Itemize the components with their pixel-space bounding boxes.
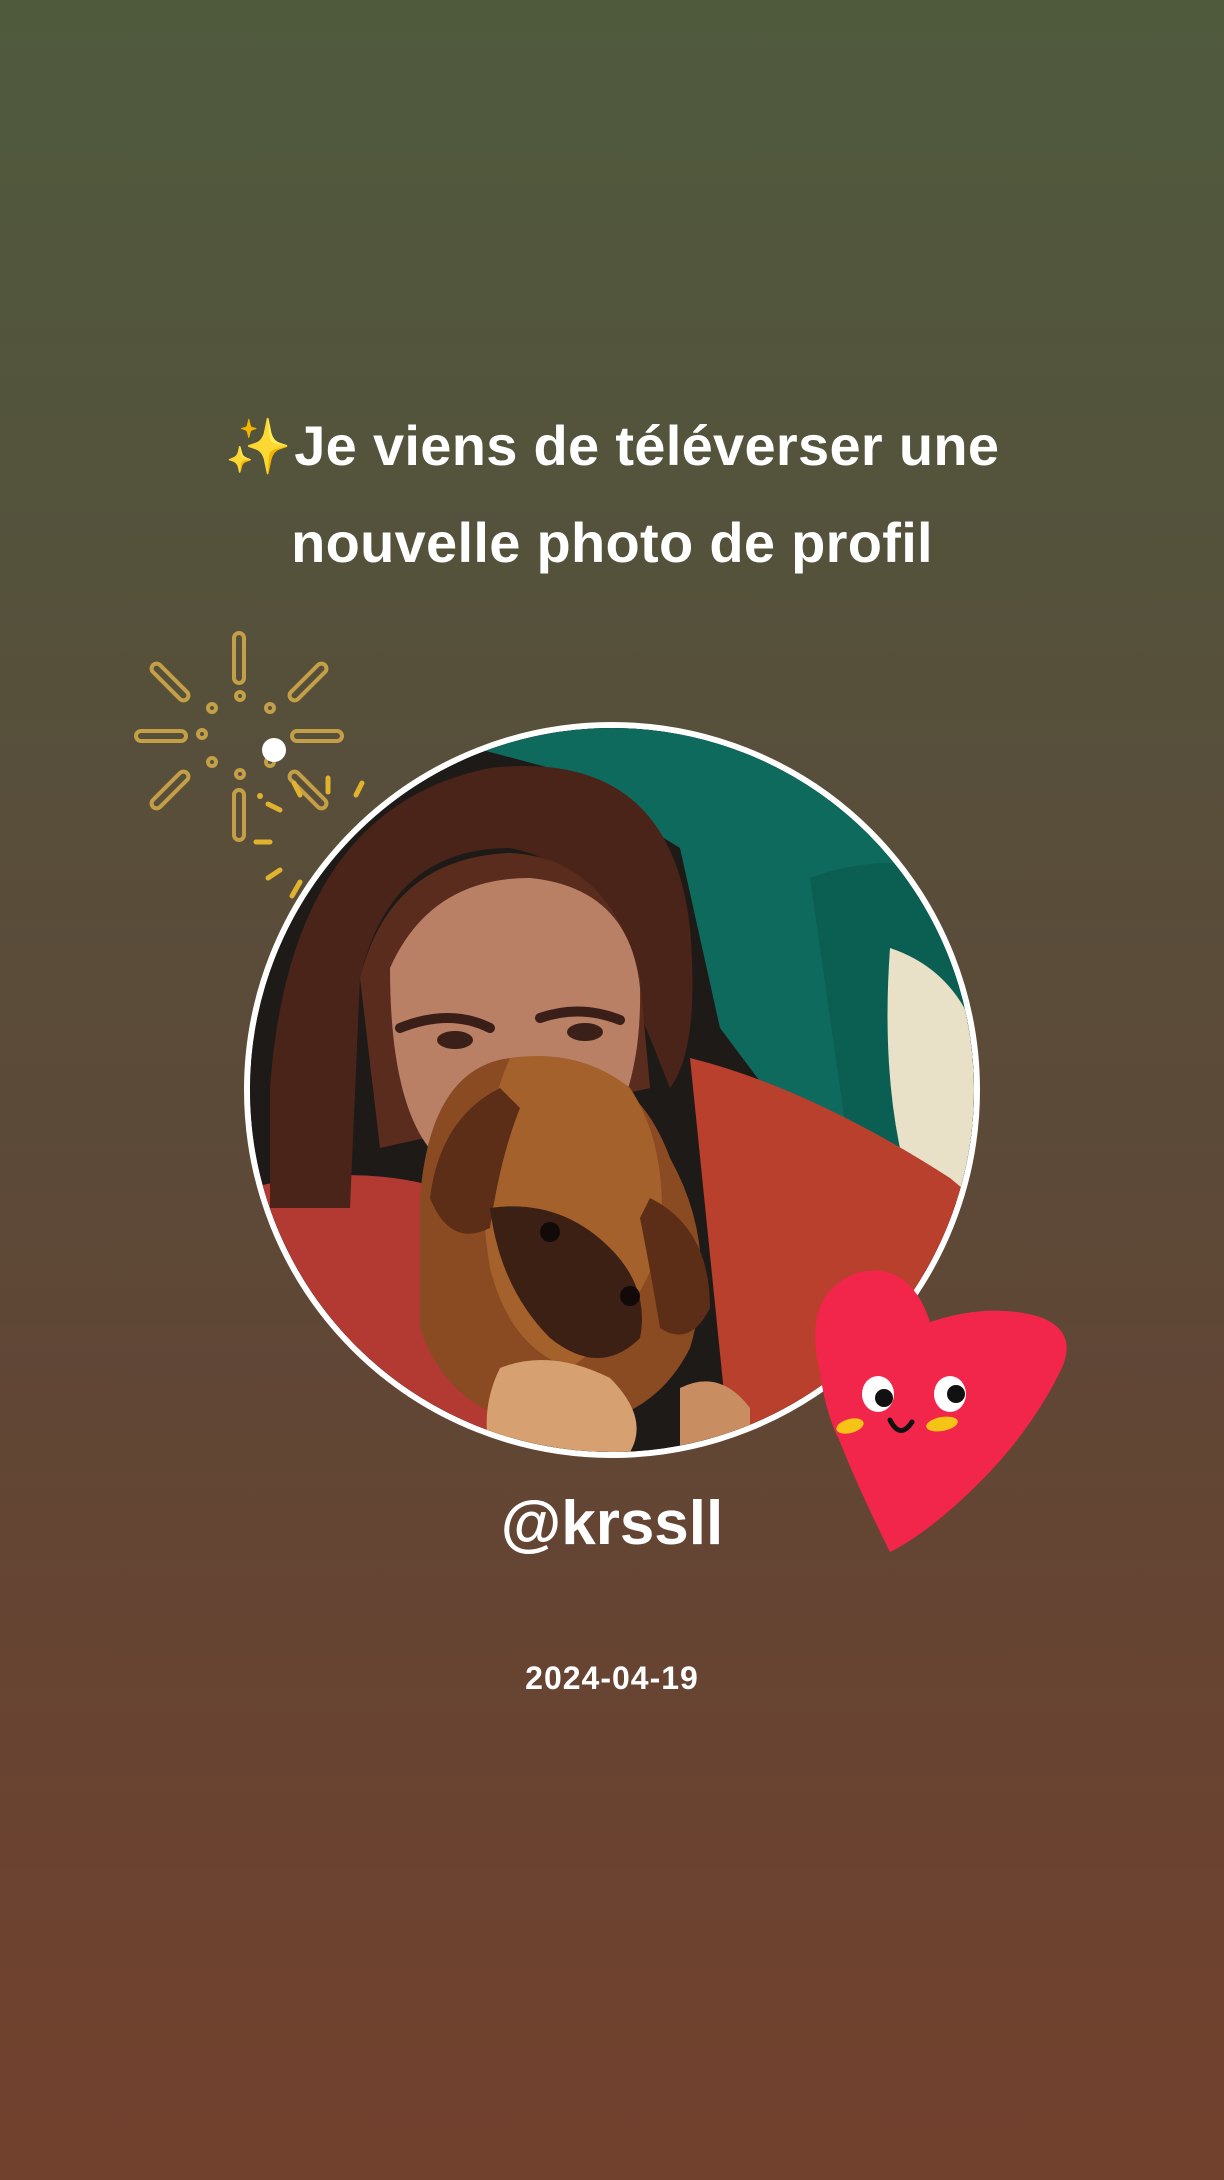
headline-text-1: Je viens de téléverser une [294,414,1000,477]
headline-line-2: nouvelle photo de profil [291,511,933,574]
headline-line-1: ✨Je viens de téléverser une [0,398,1224,495]
headline: ✨Je viens de téléverser une nouvelle pho… [0,398,1224,591]
post-date: 2024-04-19 [525,1660,699,1696]
profile-username: @krssll [500,1489,724,1558]
sparkles-icon: ✨ [224,417,293,477]
